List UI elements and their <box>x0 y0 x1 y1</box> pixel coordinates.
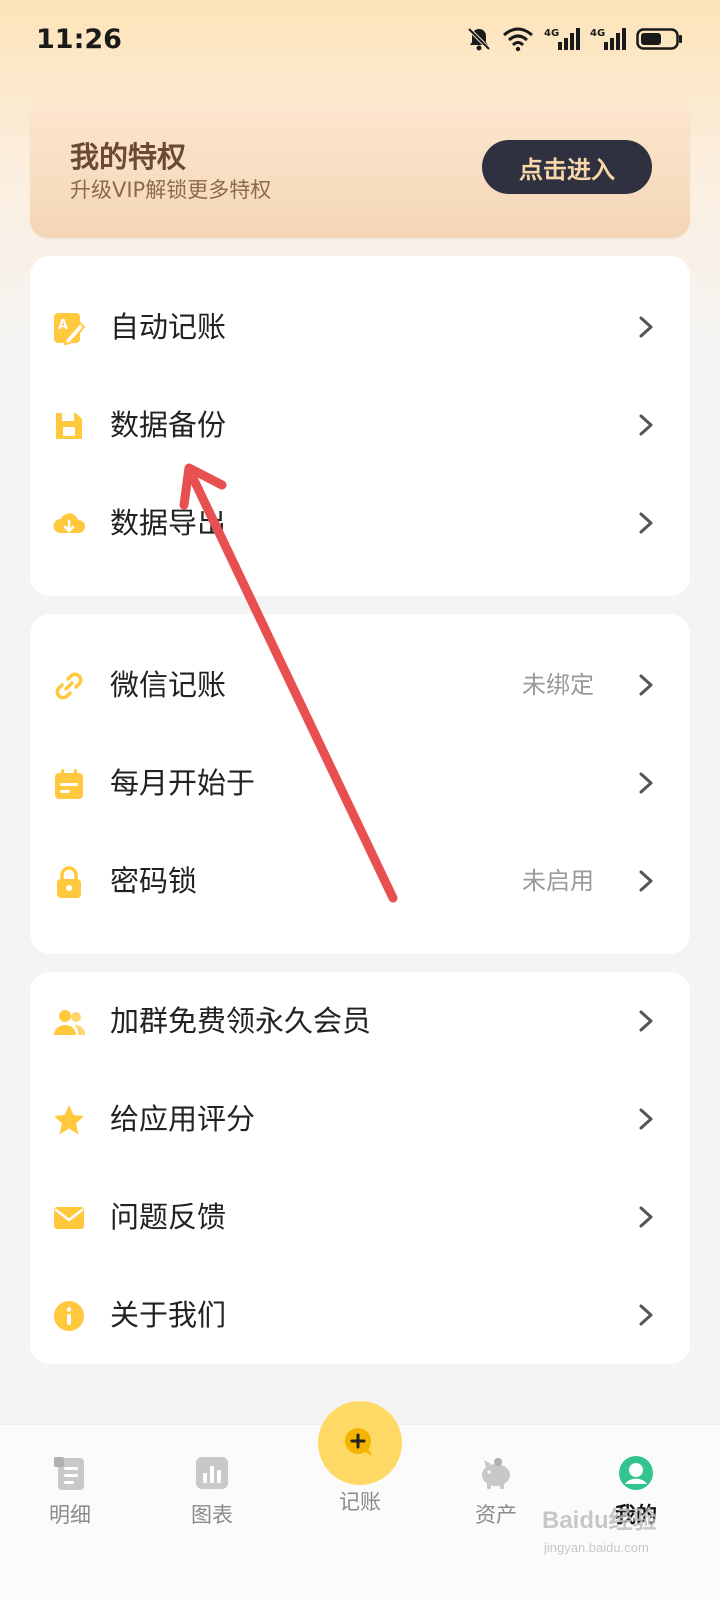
tab-label: 明细 <box>49 1503 91 1527</box>
menu-item-data-backup[interactable]: 数据备份 <box>30 376 690 474</box>
menu-item-feedback[interactable]: 问题反馈 <box>30 1168 690 1266</box>
svg-text:4G: 4G <box>590 28 605 39</box>
bell-off-icon <box>467 27 491 51</box>
mail-icon <box>54 1207 84 1229</box>
menu-item-wechat-bookkeeping[interactable]: 微信记账 未绑定 <box>30 636 690 734</box>
tab-label: 图表 <box>191 1503 233 1527</box>
info-icon <box>54 1301 84 1331</box>
status-bar: 11:26 4G 4G <box>0 0 720 78</box>
menu-item-label: 数据备份 <box>110 408 227 442</box>
wechat-bind-status: 未绑定 <box>522 671 594 699</box>
menu-item-auto-bookkeeping[interactable]: A 自动记账 <box>30 278 690 376</box>
profile-icon <box>619 1456 653 1490</box>
vip-title: 我的特权 <box>70 140 187 174</box>
menu-item-about-us[interactable]: 关于我们 <box>30 1266 690 1364</box>
watermark-brand: Baidu经验 <box>542 1506 657 1534</box>
settings-group-preferences: 微信记账 未绑定 每月开始于 密码锁 未启用 <box>30 614 690 954</box>
calendar-icon <box>55 769 83 799</box>
menu-item-label: 关于我们 <box>110 1298 227 1332</box>
chevron-right-icon <box>639 414 653 436</box>
menu-item-data-export[interactable]: 数据导出 <box>30 474 690 572</box>
chevron-right-icon <box>639 870 653 892</box>
menu-item-label: 自动记账 <box>110 310 227 344</box>
menu-item-label: 问题反馈 <box>110 1200 227 1234</box>
vip-privilege-card[interactable]: 我的特权 升级VIP解锁更多特权 点击进入 <box>30 98 690 238</box>
menu-item-label: 每月开始于 <box>110 766 256 800</box>
chevron-right-icon <box>639 674 653 696</box>
cloud-download-icon <box>53 513 86 533</box>
list-doc-icon <box>54 1457 84 1490</box>
tab-label-add: 记账 <box>339 1490 381 1514</box>
chevron-right-icon <box>639 512 653 534</box>
add-record-button[interactable] <box>318 1401 402 1485</box>
vip-subtitle: 升级VIP解锁更多特权 <box>70 178 272 202</box>
save-disk-icon <box>56 413 82 439</box>
chevron-right-icon <box>639 316 653 338</box>
piggy-bank-icon <box>482 1458 510 1489</box>
svg-text:A: A <box>58 318 68 333</box>
menu-item-label: 加群免费领永久会员 <box>110 1004 372 1038</box>
menu-item-label: 给应用评分 <box>110 1102 256 1136</box>
signal-4g-icon: 4G <box>544 28 580 50</box>
svg-text:4G: 4G <box>544 28 559 39</box>
menu-item-password-lock[interactable]: 密码锁 未启用 <box>30 832 690 930</box>
vip-enter-button[interactable]: 点击进入 <box>482 140 652 194</box>
menu-item-month-start[interactable]: 每月开始于 <box>30 734 690 832</box>
menu-item-label: 数据导出 <box>110 506 227 540</box>
chevron-right-icon <box>639 1108 653 1130</box>
watermark-url: jingyan.baidu.com <box>543 1540 649 1555</box>
link-icon <box>55 672 83 700</box>
add-icon <box>345 1428 372 1456</box>
settings-group-about: 加群免费领永久会员 给应用评分 问题反馈 关于我们 <box>30 972 690 1364</box>
menu-item-label: 密码锁 <box>110 864 198 898</box>
group-icon <box>54 1010 86 1035</box>
chevron-right-icon <box>639 1206 653 1228</box>
status-icons: 4G 4G <box>466 26 684 52</box>
chart-icon <box>196 1457 228 1489</box>
chevron-right-icon <box>639 1010 653 1032</box>
tab-label: 资产 <box>475 1503 517 1527</box>
chevron-right-icon <box>639 1304 653 1326</box>
settings-group-data: A 自动记账 数据备份 数据导出 <box>30 256 690 596</box>
wifi-icon <box>503 27 533 52</box>
menu-item-label: 微信记账 <box>110 668 227 702</box>
star-icon <box>54 1105 84 1135</box>
menu-item-join-group[interactable]: 加群免费领永久会员 <box>30 972 690 1070</box>
menu-item-rate-app[interactable]: 给应用评分 <box>30 1070 690 1168</box>
tab-assets[interactable]: 资产 <box>436 1453 556 1543</box>
chevron-right-icon <box>639 772 653 794</box>
lock-icon <box>57 866 81 898</box>
baidu-watermark-logo: Baidu经验 jingyan.baidu.com <box>542 1506 657 1555</box>
tab-details[interactable]: 明细 <box>10 1453 130 1543</box>
status-time: 11:26 <box>36 23 122 55</box>
tab-charts[interactable]: 图表 <box>152 1453 272 1543</box>
auto-bookkeeping-icon: A <box>54 313 86 345</box>
signal-4g-icon: 4G <box>590 28 626 50</box>
battery-icon <box>636 28 682 50</box>
password-lock-status: 未启用 <box>522 867 594 895</box>
